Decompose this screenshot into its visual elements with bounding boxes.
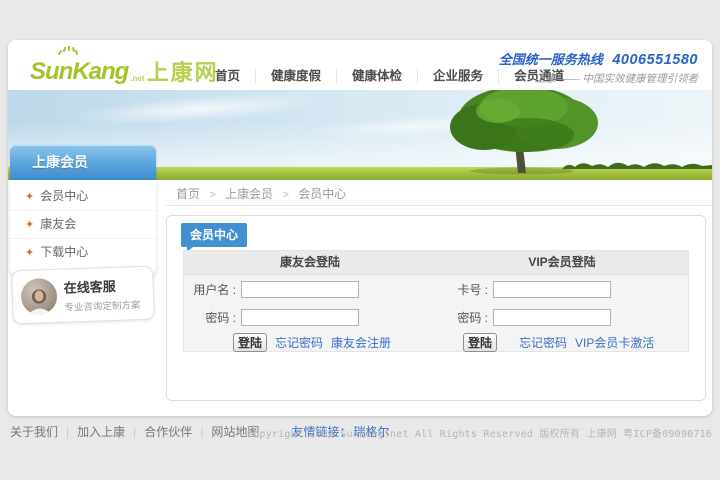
card-number-input[interactable] [493, 281, 611, 298]
login-forms: 康友会登陆 VIP会员登陆 用户名 : 密码 : [183, 250, 689, 352]
site-container: SunKang .net 上康网 首页 健康度假 健康体检 企业服务 会员通道 … [8, 40, 712, 416]
vip-actions-row: 登陆 忘记密码 VIP会员卡激活 [436, 333, 654, 352]
breadcrumb: 首页 > 上康会员 > 会员中心 [166, 183, 716, 206]
person-icon [24, 286, 55, 315]
breadcrumb-separator: > [283, 189, 289, 201]
nav-item-enterprise-service[interactable]: 企业服务 [418, 69, 499, 83]
kangyouhui-login-form: 用户名 : 密码 : 登陆 忘记密码 康友会注册 [184, 275, 436, 352]
vip-login-form: 卡号 : 密码 : 登陆 忘记密码 VIP会员卡激活 [436, 275, 688, 352]
page-canvas: SunKang .net 上康网 首页 健康度假 健康体检 企业服务 会员通道 … [0, 0, 720, 480]
nav-item-home[interactable]: 首页 [200, 69, 256, 83]
sidebar-item-label: 会员中心 [40, 189, 88, 203]
vip-login-button[interactable]: 登陆 [463, 333, 497, 352]
username-label: 用户名 : [184, 281, 236, 298]
brand-slogan: 上康 —— 中国实效健康管理引领者 [499, 71, 698, 86]
username-row: 用户名 : [184, 281, 359, 298]
vip-password-label: 密码 : [436, 309, 488, 326]
sidebar-item-label: 下载中心 [40, 245, 88, 259]
footer-separator: | [200, 425, 203, 439]
vip-login-title: VIP会员登陆 [436, 251, 688, 274]
sidebar-item-kangyouhui[interactable]: ✦ 康友会 [10, 211, 156, 239]
breadcrumb-member[interactable]: 上康会员 [225, 187, 273, 201]
footer-link-join[interactable]: 加入上康 [77, 423, 125, 440]
brand-tld: .net [130, 74, 144, 83]
sidebar-menu: ✦ 会员中心 ✦ 康友会 ✦ 下载中心 [10, 180, 156, 276]
login-form-headers: 康友会登陆 VIP会员登陆 [184, 251, 688, 275]
sidebar-item-download-center[interactable]: ✦ 下载中心 [10, 239, 156, 266]
online-service-widget[interactable]: 在线客服 专业咨询定制方案 [11, 266, 155, 325]
password-input[interactable] [241, 309, 359, 326]
kangyouhui-login-title: 康友会登陆 [184, 251, 436, 274]
login-form-columns: 用户名 : 密码 : 登陆 忘记密码 康友会注册 [184, 275, 688, 352]
brand-text: SunKang [30, 58, 128, 86]
service-agent-avatar [20, 278, 57, 315]
service-subtitle: 专业咨询定制方案 [64, 297, 140, 314]
sun-rays-icon [57, 46, 79, 56]
card-number-label: 卡号 : [436, 281, 488, 298]
nav-item-health-resort[interactable]: 健康度假 [256, 69, 337, 83]
hotline-number: 4006551580 [612, 52, 698, 68]
kangyouhui-register-link[interactable]: 康友会注册 [331, 334, 391, 351]
banner-tree [432, 90, 612, 175]
password-row: 密码 : [184, 309, 359, 326]
vip-password-input[interactable] [493, 309, 611, 326]
username-input[interactable] [241, 281, 359, 298]
service-text: 在线客服 专业咨询定制方案 [63, 275, 140, 314]
kangyouhui-login-button[interactable]: 登陆 [233, 333, 267, 352]
footer-separator: | [133, 425, 136, 439]
nav-item-health-checkup[interactable]: 健康体检 [337, 69, 418, 83]
member-center-panel: 会员中心 康友会登陆 VIP会员登陆 用户名 : 密码 : [166, 215, 706, 401]
service-hotline: 全国统一服务热线 4006551580 上康 —— 中国实效健康管理引领者 [499, 49, 698, 86]
vip-card-activate-link[interactable]: VIP会员卡激活 [575, 334, 654, 351]
card-number-row: 卡号 : [436, 281, 611, 298]
copyright-text: Copyright 2009 Sunkang.net All Rights Re… [247, 425, 712, 440]
breadcrumb-separator: > [209, 189, 215, 201]
vip-password-row: 密码 : [436, 309, 611, 326]
sidebar-item-member-center[interactable]: ✦ 会员中心 [10, 183, 156, 211]
diamond-bullet-icon: ✦ [25, 219, 34, 231]
section-badge: 会员中心 [181, 223, 247, 247]
service-title: 在线客服 [63, 275, 140, 297]
sidebar-title: 上康会员 [10, 145, 156, 180]
breadcrumb-home[interactable]: 首页 [176, 187, 200, 201]
forgot-password-link[interactable]: 忘记密码 [275, 334, 323, 351]
diamond-bullet-icon: ✦ [25, 191, 34, 203]
vip-forgot-password-link[interactable]: 忘记密码 [519, 334, 567, 351]
footer-link-partners[interactable]: 合作伙伴 [144, 423, 192, 440]
sidebar-item-label: 康友会 [40, 217, 76, 231]
site-logo[interactable]: SunKang .net 上康网 [30, 52, 219, 86]
footer-link-about[interactable]: 关于我们 [10, 423, 58, 440]
diamond-bullet-icon: ✦ [25, 247, 34, 259]
hotline-label: 全国统一服务热线 [499, 52, 603, 67]
actions-row: 登陆 忘记密码 康友会注册 [184, 333, 391, 352]
hotline-line: 全国统一服务热线 4006551580 [499, 49, 698, 68]
password-label: 密码 : [184, 309, 236, 326]
footer-separator: | [66, 425, 69, 439]
breadcrumb-current: 会员中心 [298, 187, 346, 201]
